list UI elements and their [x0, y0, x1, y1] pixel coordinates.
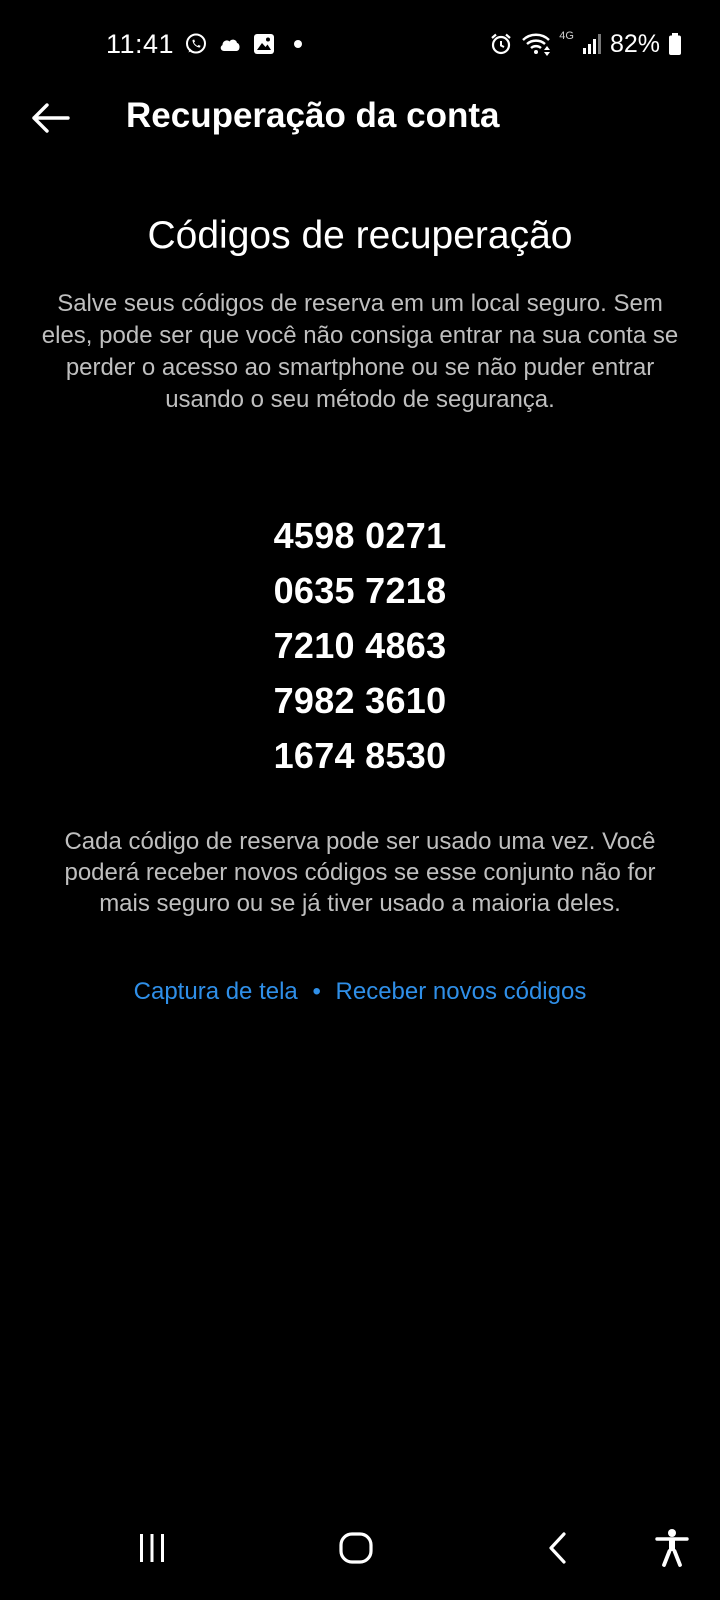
notification-dot-icon [294, 40, 303, 48]
recents-button[interactable] [122, 1518, 182, 1578]
action-links: Captura de tela • Receber novos códigos [0, 978, 720, 1006]
app-header: Recuperação da conta [0, 88, 720, 148]
screenshot-link[interactable]: Captura de tela [134, 978, 298, 1005]
alarm-icon [489, 32, 513, 56]
recovery-code: 0635 7218 [273, 570, 447, 611]
recovery-code: 4598 0271 [273, 515, 447, 556]
arrow-left-icon [32, 103, 70, 133]
status-bar: 11:41 4G 82% [0, 0, 720, 88]
recovery-code: 7982 3610 [273, 680, 447, 721]
accessibility-icon [655, 1529, 689, 1567]
chevron-left-icon [549, 1532, 566, 1564]
navigation-bar [0, 1490, 720, 1600]
status-time: 11:41 [106, 28, 175, 59]
signal-icon [582, 33, 602, 55]
back-button[interactable] [26, 94, 74, 142]
recents-icon [140, 1534, 164, 1562]
recovery-code: 7210 4863 [273, 625, 447, 666]
info-text: Cada código de reserva pode ser usado um… [64, 828, 656, 917]
battery-icon [668, 32, 682, 56]
recovery-codes-list: 4598 0271 0635 7218 7210 4863 7982 3610 … [0, 508, 720, 783]
accessibility-button[interactable] [642, 1518, 702, 1578]
wifi-icon [521, 32, 551, 56]
whatsapp-icon [184, 32, 208, 56]
home-icon [339, 1532, 373, 1564]
screen: 11:41 4G 82% Recuperação da conta Código… [0, 0, 720, 1600]
system-back-button[interactable] [528, 1518, 588, 1578]
battery-percent: 82% [609, 29, 660, 58]
link-separator: • [312, 978, 321, 1005]
section-title: Códigos de recuperação [147, 214, 573, 257]
page-title: Recuperação da conta [126, 96, 500, 135]
get-new-codes-link[interactable]: Receber novos códigos [336, 978, 587, 1005]
network-type: 4G [559, 30, 574, 42]
home-button[interactable] [326, 1518, 386, 1578]
cloud-icon [218, 33, 242, 55]
recovery-code: 1674 8530 [273, 735, 447, 776]
image-icon [252, 32, 276, 56]
status-left: 11:41 [106, 26, 303, 62]
status-right: 4G 82% [489, 26, 682, 62]
intro-text: Salve seus códigos de reserva em um loca… [41, 290, 679, 413]
